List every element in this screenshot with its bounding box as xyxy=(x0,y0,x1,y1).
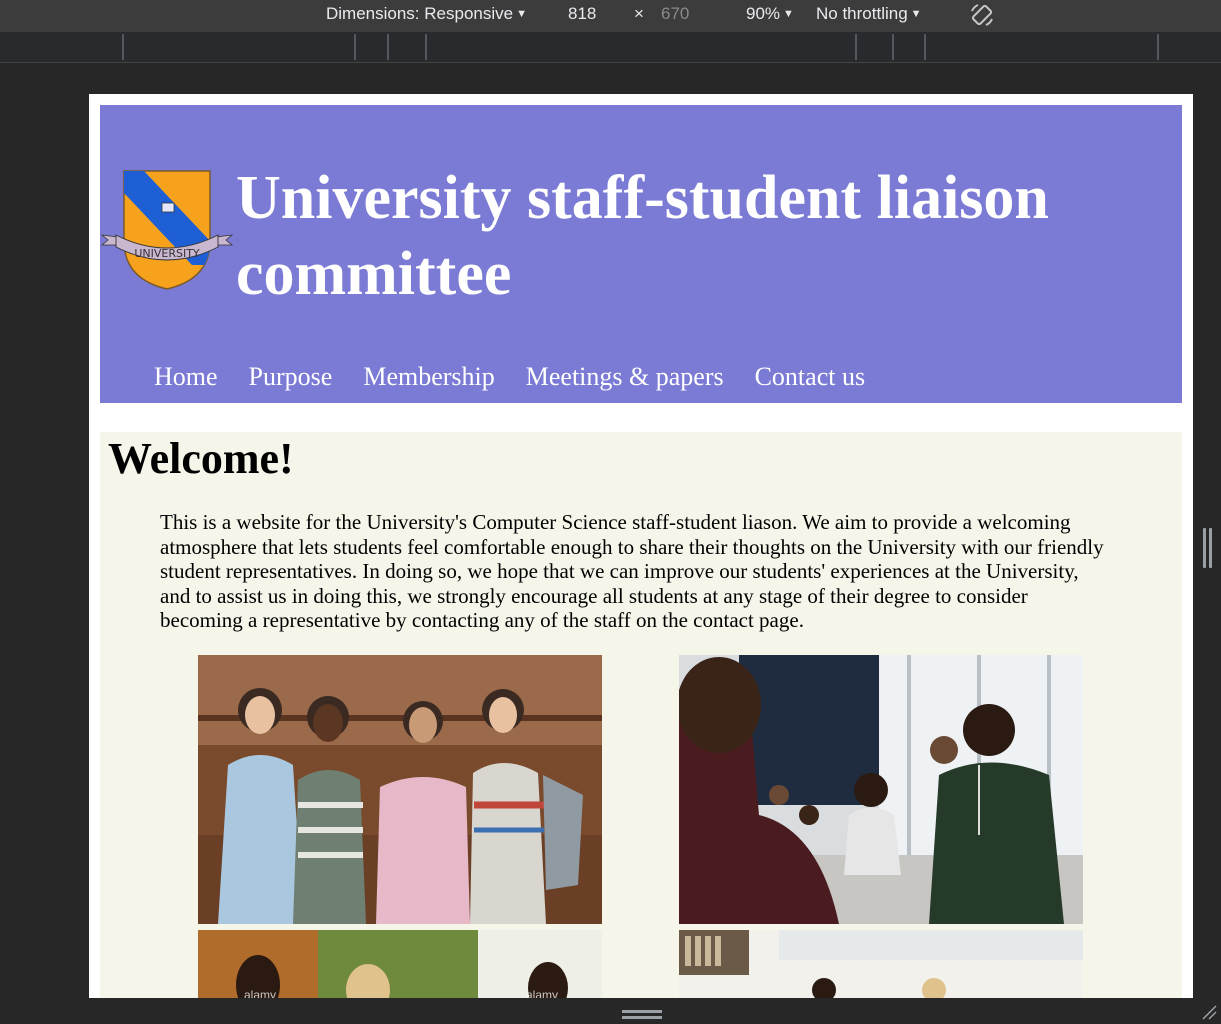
nav-home[interactable]: Home xyxy=(154,362,218,392)
site-header: UNIVERSITY University staff-student liai… xyxy=(100,105,1182,403)
width-input[interactable]: 818 xyxy=(568,4,596,24)
zoom-dropdown[interactable]: 90% ▼ xyxy=(746,4,794,24)
nav-purpose[interactable]: Purpose xyxy=(249,362,333,392)
photo-students-outdoors: alamy alamy xyxy=(198,930,602,998)
caret-down-icon: ▼ xyxy=(516,8,527,20)
height-input[interactable]: 670 xyxy=(661,4,689,24)
intro-paragraph: This is a website for the University's C… xyxy=(160,510,1104,632)
photo-staff-meeting xyxy=(679,655,1083,924)
nav-meetings-papers[interactable]: Meetings & papers xyxy=(526,362,724,392)
times-separator: × xyxy=(634,4,644,23)
caret-down-icon: ▼ xyxy=(910,8,922,20)
resize-corner-icon[interactable] xyxy=(1201,1004,1217,1020)
resize-handle-right[interactable] xyxy=(1203,528,1213,568)
zoom-label: 90% xyxy=(746,4,781,23)
dimensions-label: Dimensions: Responsive xyxy=(326,4,514,23)
welcome-heading: Welcome! xyxy=(108,434,294,483)
throttling-dropdown[interactable]: No throttling ▼ xyxy=(816,4,922,24)
site-title: University staff-student liaison committ… xyxy=(236,164,1049,308)
university-crest-logo: UNIVERSITY xyxy=(100,161,234,295)
watermark-text: alamy xyxy=(244,988,277,998)
media-query-ruler xyxy=(0,32,1221,63)
caret-down-icon: ▼ xyxy=(783,8,794,20)
logo-text: UNIVERSITY xyxy=(134,247,200,260)
rotate-icon[interactable] xyxy=(968,1,996,34)
throttling-label: No throttling xyxy=(816,4,908,23)
device-toolbar: Dimensions: Responsive ▼ 818 × 670 90% ▼ N… xyxy=(0,0,1221,32)
main-nav: Home Purpose Membership Meetings & paper… xyxy=(154,362,865,392)
dimensions-dropdown[interactable]: Dimensions: Responsive ▼ xyxy=(326,4,527,24)
photo-students-group xyxy=(198,655,602,924)
main-content: Welcome! This is a website for the Unive… xyxy=(100,432,1182,998)
emulated-viewport: UNIVERSITY University staff-student liai… xyxy=(89,94,1193,998)
watermark-text: alamy xyxy=(526,988,559,998)
photo-study-room xyxy=(679,930,1083,998)
nav-membership[interactable]: Membership xyxy=(363,362,494,392)
nav-contact-us[interactable]: Contact us xyxy=(755,362,866,392)
resize-handle-bottom[interactable] xyxy=(622,1010,662,1020)
